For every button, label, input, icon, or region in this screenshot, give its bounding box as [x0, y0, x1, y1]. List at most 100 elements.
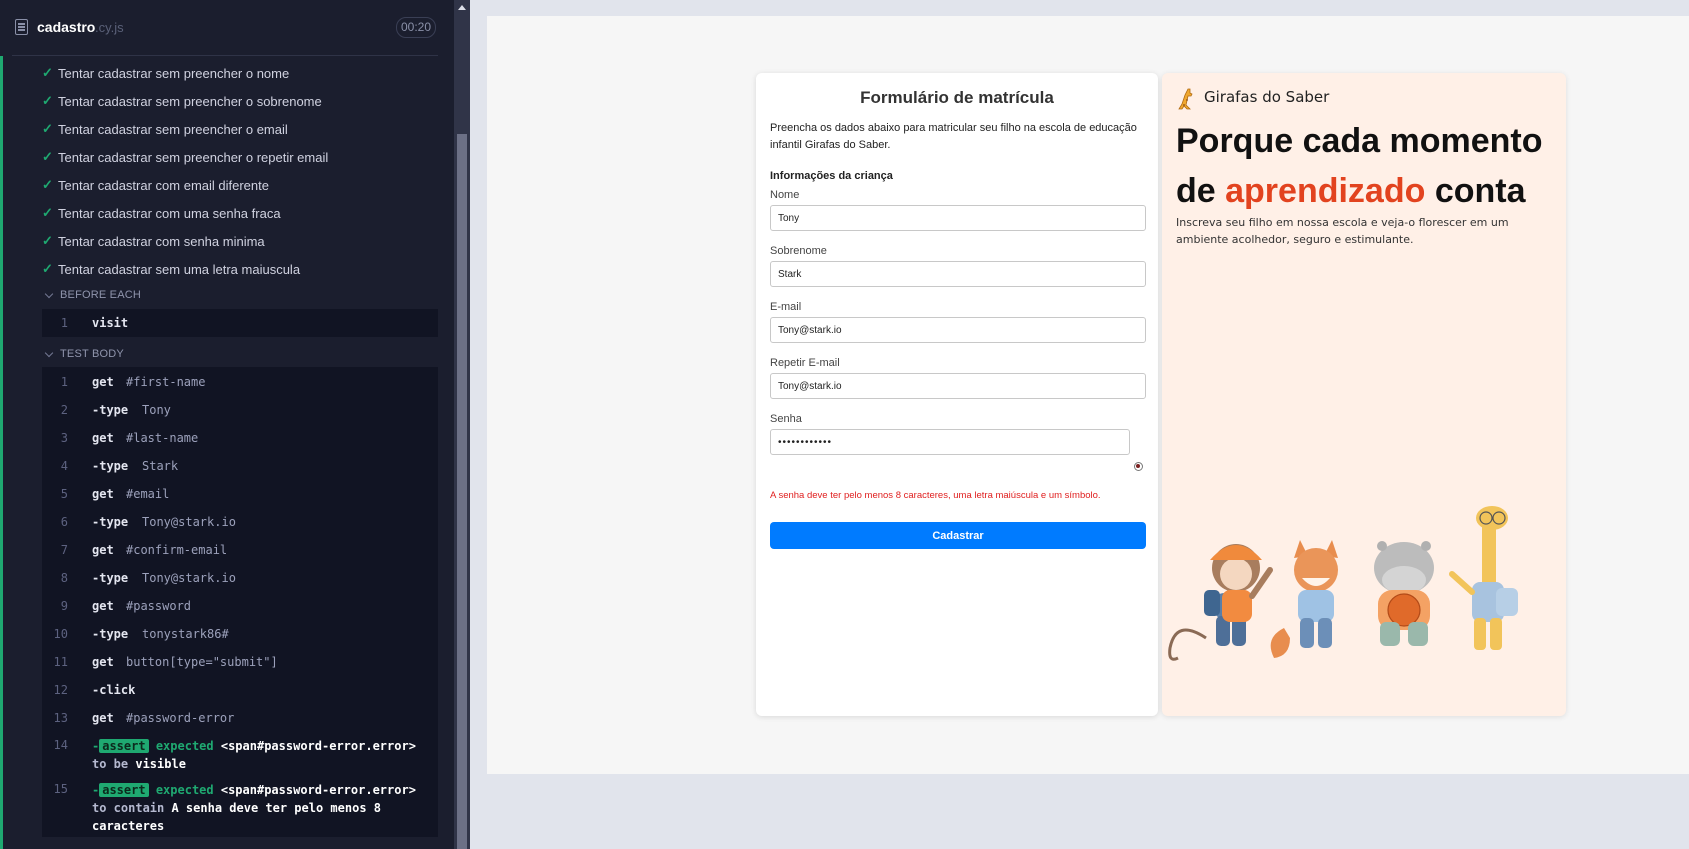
command-name: -type [92, 627, 129, 641]
test-item[interactable]: ✓ Tentar cadastrar sem preencher o sobre… [42, 91, 322, 111]
spec-file-icon [15, 19, 28, 35]
section-label: BEFORE EACH [60, 289, 142, 301]
command-number: 7 [60, 543, 68, 557]
command-name: get [92, 599, 114, 613]
command-argument: #first-name [126, 375, 206, 389]
first-name-field[interactable] [770, 205, 1146, 231]
command-name: -type [92, 459, 129, 473]
command-number: 15 [53, 782, 68, 796]
scroll-up-arrow-icon[interactable] [458, 5, 466, 10]
spec-name: cadastro [37, 19, 96, 35]
command-name: get [92, 711, 114, 725]
command-argument: Tony [142, 403, 171, 417]
promo-headline: Porque cada momento de aprendizado conta [1176, 116, 1561, 216]
headline-part: conta [1425, 172, 1526, 210]
test-item[interactable]: ✓ Tentar cadastrar com email diferente [42, 175, 269, 195]
command-argument: #password [126, 599, 192, 613]
command-number: 1 [60, 375, 68, 389]
confirm-email-label: Repetir E-mail [770, 357, 840, 369]
enrollment-form-card: Formulário de matrícula Preencha os dado… [756, 73, 1158, 716]
section-label: TEST BODY [60, 348, 124, 360]
test-item[interactable]: ✓ Tentar cadastrar sem preencher o email [42, 119, 288, 139]
test-body-toggle[interactable]: TEST BODY [44, 348, 124, 360]
check-icon: ✓ [42, 93, 53, 108]
chevron-down-icon [44, 348, 56, 360]
promo-subtitle: Inscreva seu filho em nossa escola e vej… [1176, 216, 1509, 246]
command-number: 1 [60, 316, 68, 330]
form-title: Formulário de matrícula [860, 88, 1054, 107]
test-title: Tentar cadastrar sem preencher o nome [58, 65, 290, 81]
command-number: 2 [60, 403, 68, 417]
assert-expected: expected [155, 739, 214, 753]
test-item[interactable]: ✓ Tentar cadastrar sem preencher o repet… [42, 147, 328, 167]
command-name: get [92, 655, 114, 669]
command-argument: button[type="submit"] [126, 655, 278, 669]
spec-header: cadastro .cy.js 00:20 [0, 0, 454, 56]
assert-row[interactable]: 14 - assert expected <span#password-error… [42, 737, 438, 773]
test-title: Tentar cadastrar sem preencher o email [58, 121, 288, 137]
brand-name: Girafas do Saber [1204, 88, 1330, 106]
test-title: Tentar cadastrar com senha minima [58, 233, 265, 249]
assert-value: visible [135, 757, 186, 771]
password-error: A senha deve ter pelo menos 8 caracteres… [770, 490, 1101, 501]
password-label: Senha [770, 413, 802, 425]
test-item[interactable]: ✓ Tentar cadastrar com uma senha fraca [42, 203, 281, 223]
test-title: Tentar cadastrar sem preencher o repetir… [58, 149, 329, 165]
command-number: 14 [53, 738, 68, 752]
check-icon: ✓ [42, 177, 53, 192]
first-name-label: Nome [770, 189, 800, 201]
check-icon: ✓ [42, 233, 53, 248]
check-icon: ✓ [42, 65, 53, 80]
email-field[interactable] [770, 317, 1146, 343]
command-argument: #last-name [126, 431, 199, 445]
assert-badge: assert [99, 739, 149, 753]
last-name-field[interactable] [770, 261, 1146, 287]
test-title: Tentar cadastrar sem uma letra maiuscula [58, 261, 301, 277]
assert-connector: to be [92, 757, 129, 771]
test-item-active[interactable]: ✓ Tentar cadastrar sem uma letra maiuscu… [42, 259, 300, 279]
test-title: Tentar cadastrar com uma senha fraca [58, 205, 281, 221]
command-name: -type [92, 403, 129, 417]
command-name: -click [92, 683, 136, 697]
command-argument: #confirm-email [126, 543, 228, 557]
command-number: 5 [60, 487, 68, 501]
command-name: get [92, 487, 114, 501]
command-name: get [92, 543, 114, 557]
command-name: -type [92, 515, 129, 529]
command-argument: #email [126, 487, 170, 501]
password-field[interactable] [770, 429, 1130, 455]
command-number: 12 [53, 683, 68, 697]
command-name: get [92, 431, 114, 445]
assert-connector: to contain [92, 801, 165, 815]
form-intro: Preencha os dados abaixo para matricular… [770, 122, 1137, 151]
chevron-down-icon [44, 289, 56, 301]
assert-row[interactable]: 15 - assert expected <span#password-error… [42, 781, 438, 835]
command-argument: tonystark86# [142, 627, 229, 641]
command-argument: Tony@stark.io [142, 515, 236, 529]
command-log-panel: cadastro .cy.js 00:20 ✓ Tentar cadastrar… [0, 0, 454, 849]
test-title: Tentar cadastrar com email diferente [58, 177, 269, 193]
command-number: 4 [60, 459, 68, 473]
check-icon: ✓ [42, 261, 53, 276]
scrollbar-thumb[interactable] [457, 134, 467, 849]
check-icon: ✓ [42, 149, 53, 164]
command-name: -type [92, 571, 129, 585]
giraffe-logo-icon [1178, 88, 1193, 110]
section-title: Informações da criança [770, 170, 893, 182]
command-number: 13 [53, 711, 68, 725]
command-name: get [92, 375, 114, 389]
command-argument: Tony@stark.io [142, 571, 236, 585]
command-number: 8 [60, 571, 68, 585]
assert-subject: <span#password-error.error> [220, 739, 416, 753]
eye-icon[interactable] [1134, 462, 1143, 471]
submit-button[interactable]: Cadastrar [770, 522, 1146, 549]
pass-status-bar [0, 56, 3, 849]
command-argument: #password-error [126, 711, 235, 725]
test-item[interactable]: ✓ Tentar cadastrar sem preencher o nome [42, 63, 289, 83]
animals-illustration [1168, 506, 1518, 661]
test-item[interactable]: ✓ Tentar cadastrar com senha minima [42, 231, 265, 251]
confirm-email-field[interactable] [770, 373, 1146, 399]
command-number: 11 [53, 655, 68, 669]
assert-subject: <span#password-error.error> [220, 783, 416, 797]
before-each-toggle[interactable]: BEFORE EACH [44, 289, 141, 301]
